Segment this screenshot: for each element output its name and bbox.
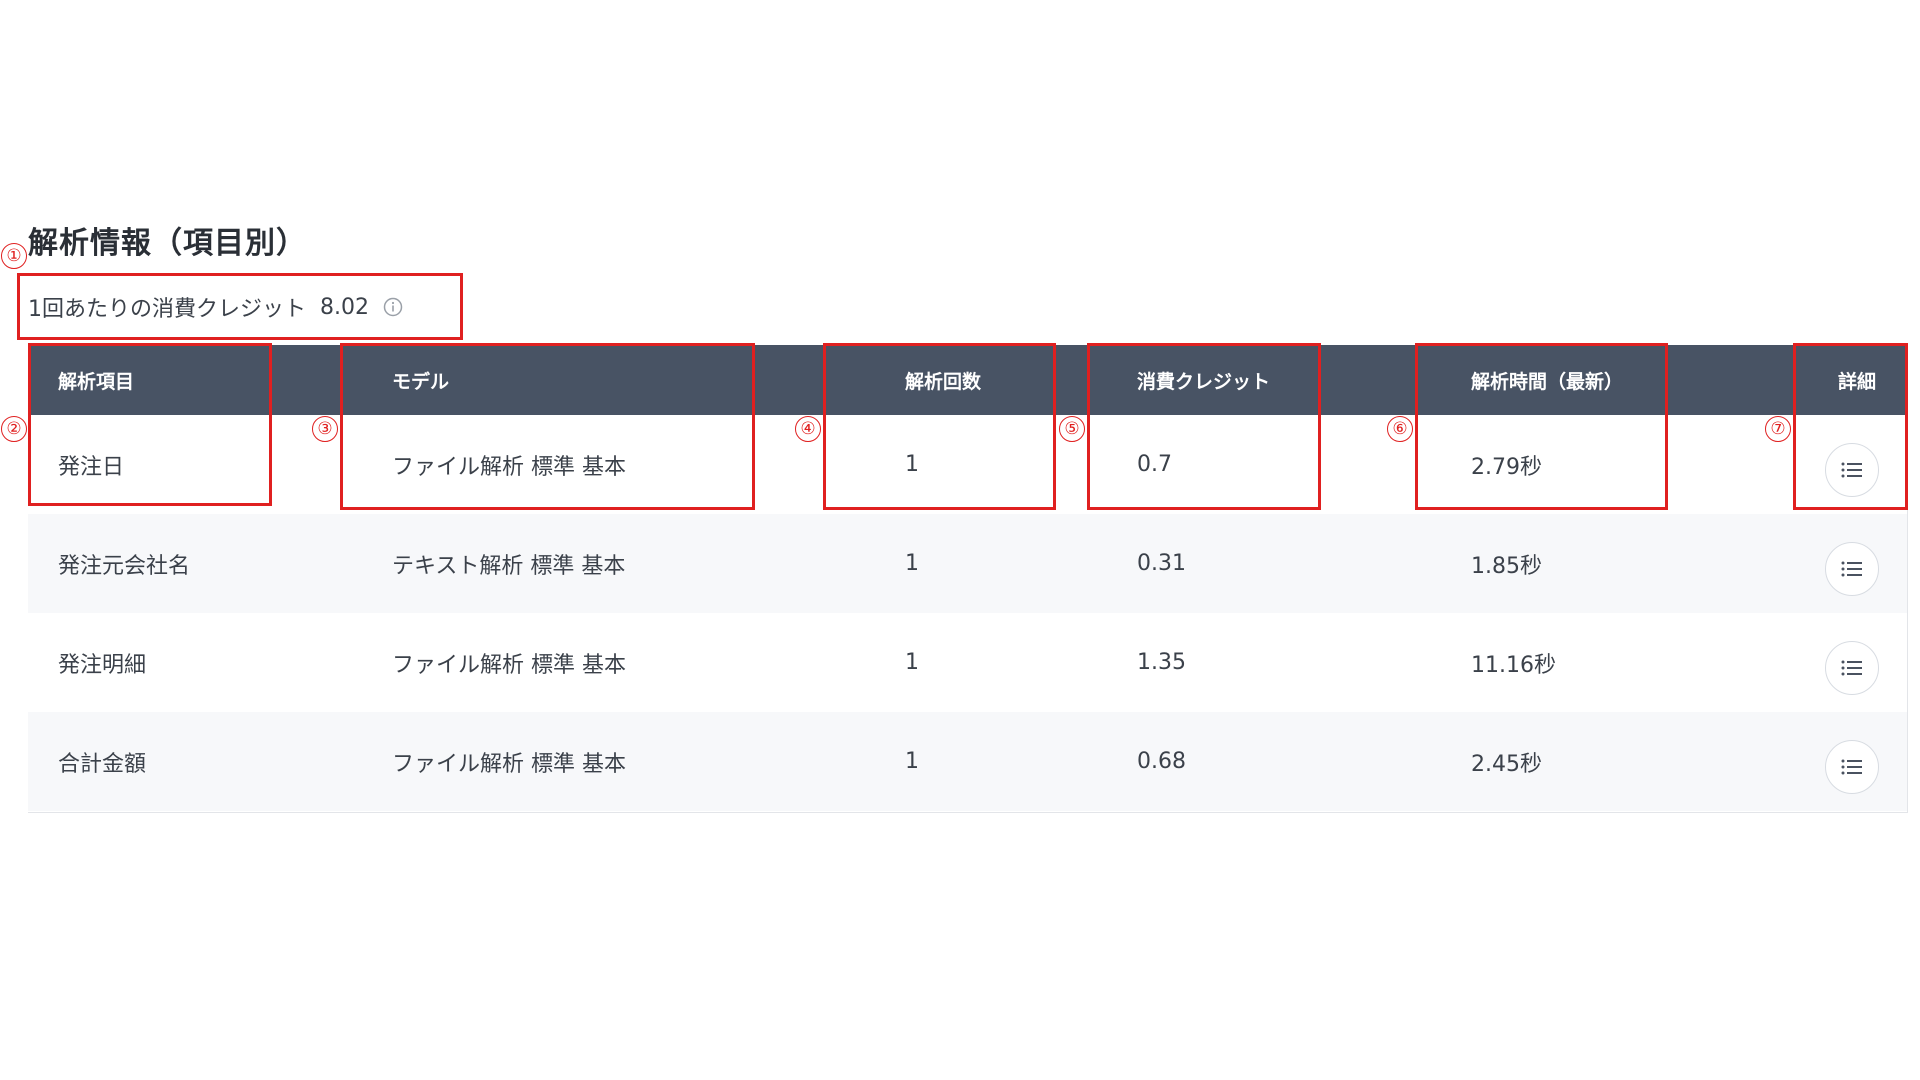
list-icon — [1841, 759, 1862, 774]
cell-time: 1.85秒 — [1471, 553, 1542, 579]
annotation-number-3: ③ — [312, 416, 338, 442]
list-icon — [1841, 660, 1862, 675]
cell-count: 1 — [905, 551, 919, 576]
cell-model: ファイル解析 標準 基本 — [392, 751, 626, 777]
annotation-box-3 — [340, 343, 755, 510]
cell-time: 2.45秒 — [1471, 751, 1542, 777]
annotation-number-6: ⑥ — [1387, 416, 1413, 442]
table-row: 発注明細 ファイル解析 標準 基本 1 1.35 11.16秒 — [28, 613, 1907, 712]
annotation-number-1: ① — [1, 243, 27, 269]
cell-item: 発注元会社名 — [58, 553, 191, 579]
cell-count: 1 — [905, 650, 919, 675]
annotation-box-6 — [1415, 343, 1668, 510]
section-title: 解析情報（項目別） — [28, 226, 307, 261]
annotation-box-1 — [17, 273, 463, 340]
cell-item: 合計金額 — [58, 751, 147, 777]
table-row: 発注元会社名 テキスト解析 標準 基本 1 0.31 1.85秒 — [28, 514, 1907, 613]
detail-button[interactable] — [1825, 640, 1879, 695]
cell-model: テキスト解析 標準 基本 — [392, 553, 626, 579]
list-icon — [1841, 561, 1862, 576]
annotation-number-7: ⑦ — [1765, 416, 1791, 442]
detail-button[interactable] — [1825, 739, 1879, 794]
annotation-number-4: ④ — [795, 416, 821, 442]
annotation-number-5: ⑤ — [1059, 416, 1085, 442]
cell-model: ファイル解析 標準 基本 — [392, 652, 626, 678]
annotation-box-5 — [1087, 343, 1321, 510]
annotation-box-2 — [28, 343, 272, 506]
table-row: 合計金額 ファイル解析 標準 基本 1 0.68 2.45秒 — [28, 712, 1907, 811]
annotation-box-4 — [823, 343, 1056, 510]
detail-button[interactable] — [1825, 541, 1879, 596]
annotation-box-7 — [1793, 343, 1908, 510]
page: 解析情報（項目別） 1回あたりの消費クレジット 8.02 解析項目 モデル 解析… — [0, 0, 1920, 1080]
cell-credit: 1.35 — [1137, 650, 1186, 675]
cell-time: 11.16秒 — [1471, 652, 1556, 678]
annotation-number-2: ② — [1, 416, 27, 442]
cell-credit: 0.31 — [1137, 551, 1186, 576]
cell-item: 発注明細 — [58, 652, 147, 678]
cell-credit: 0.68 — [1137, 749, 1186, 774]
cell-count: 1 — [905, 749, 919, 774]
